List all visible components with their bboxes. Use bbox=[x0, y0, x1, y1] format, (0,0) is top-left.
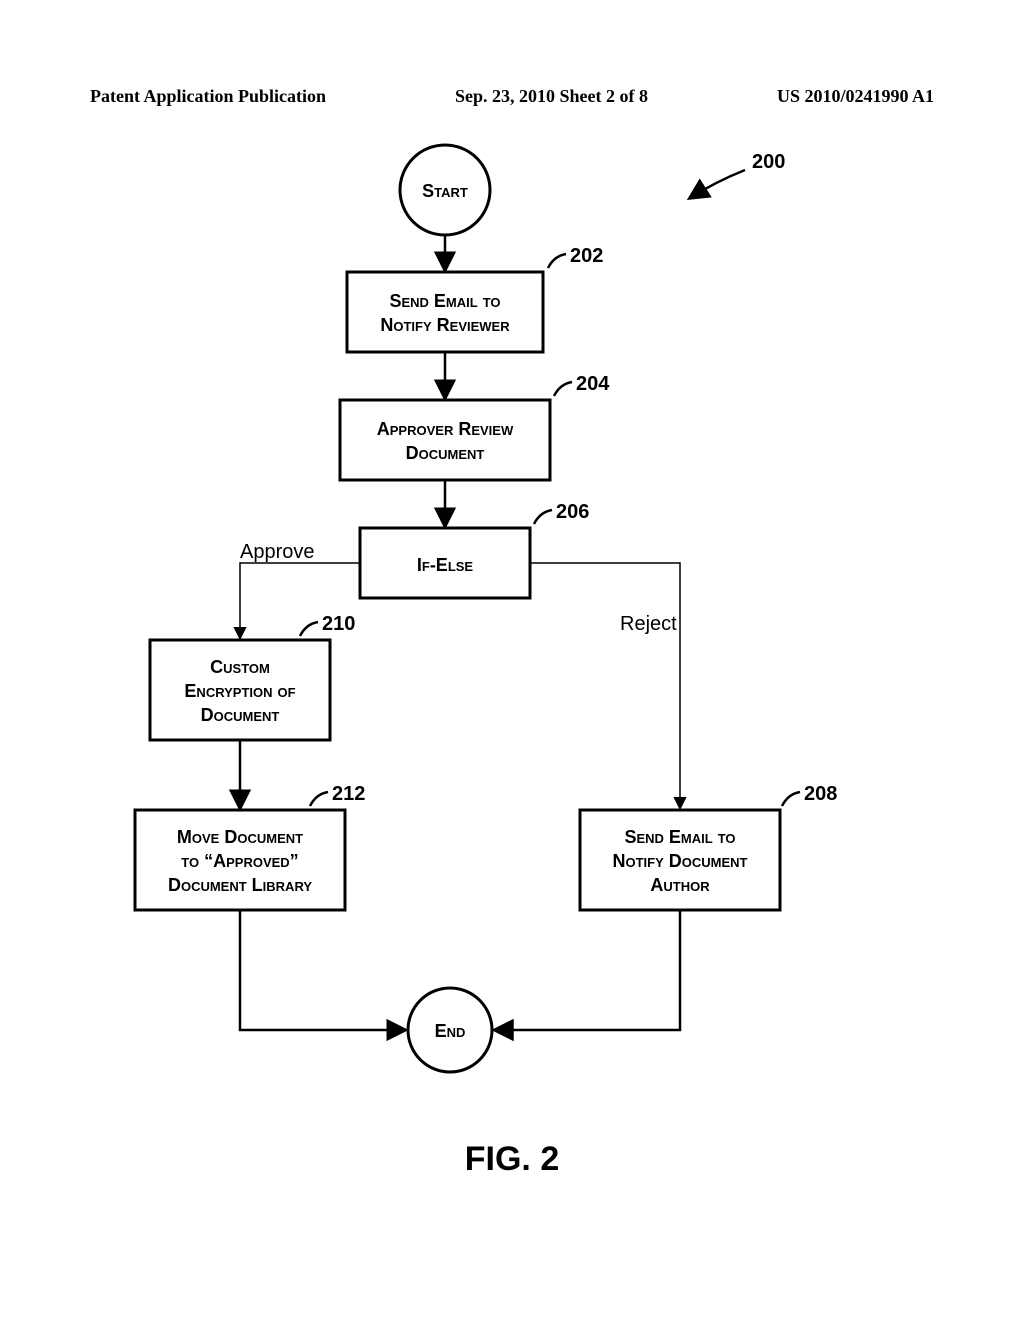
header-right: US 2010/0241990 A1 bbox=[777, 86, 934, 107]
ref-202: 202 bbox=[570, 245, 603, 267]
node-212-l2: to “Approved” bbox=[181, 851, 298, 871]
node-204 bbox=[340, 400, 550, 480]
node-start-label: Start bbox=[422, 181, 468, 201]
ref-210-leader bbox=[300, 622, 318, 636]
flowchart: 200 Start Send Email to Notify Reviewer … bbox=[0, 120, 1024, 1220]
edge-208-end bbox=[495, 910, 680, 1030]
node-206-label: If-Else bbox=[417, 555, 474, 575]
ref-202-leader bbox=[548, 254, 566, 268]
ref-200-leader bbox=[690, 170, 745, 198]
ref-206-leader bbox=[534, 510, 552, 524]
ref-204: 204 bbox=[576, 373, 610, 395]
header-left: Patent Application Publication bbox=[90, 86, 326, 107]
header-center: Sep. 23, 2010 Sheet 2 of 8 bbox=[455, 86, 648, 107]
figure-caption: FIG. 2 bbox=[0, 1140, 1024, 1179]
node-212-l3: Document Library bbox=[168, 875, 312, 895]
node-208-l3: Author bbox=[650, 875, 710, 895]
node-210-l1: Custom bbox=[210, 657, 270, 677]
ref-208: 208 bbox=[804, 783, 837, 805]
page-header: Patent Application Publication Sep. 23, … bbox=[90, 86, 934, 107]
node-204-l2: Document bbox=[406, 443, 485, 463]
node-202-l1: Send Email to bbox=[389, 291, 500, 311]
node-204-l1: Approver Review bbox=[377, 419, 514, 439]
edge-approve-label: Approve bbox=[240, 541, 315, 563]
ref-200: 200 bbox=[752, 151, 785, 173]
ref-206: 206 bbox=[556, 501, 589, 523]
node-end-label: End bbox=[435, 1021, 466, 1041]
node-202 bbox=[347, 272, 543, 352]
ref-208-leader bbox=[782, 792, 800, 806]
ref-212: 212 bbox=[332, 783, 365, 805]
ref-210: 210 bbox=[322, 613, 355, 635]
edge-reject-label: Reject bbox=[620, 613, 677, 635]
node-212-l1: Move Document bbox=[177, 827, 303, 847]
edge-206-208 bbox=[530, 563, 680, 808]
ref-204-leader bbox=[554, 382, 572, 396]
node-210-l3: Document bbox=[201, 705, 280, 725]
ref-212-leader bbox=[310, 792, 328, 806]
node-208-l1: Send Email to bbox=[624, 827, 735, 847]
node-202-l2: Notify Reviewer bbox=[380, 315, 510, 335]
edge-212-end bbox=[240, 910, 405, 1030]
node-210-l2: Encryption of bbox=[184, 681, 295, 701]
node-208-l2: Notify Document bbox=[613, 851, 748, 871]
